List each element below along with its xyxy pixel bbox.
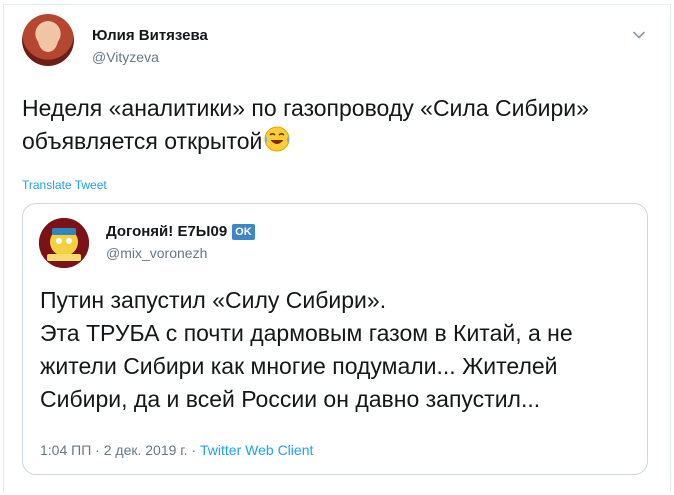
face-with-tears-of-joy-emoji [264, 126, 290, 152]
translate-tweet-link[interactable]: Translate Tweet [22, 178, 107, 192]
avatar-face [38, 26, 58, 52]
quoted-text-line: жители Сибири как многие подумали... Жит… [40, 353, 558, 379]
tweet-client-link[interactable]: Twitter Web Client [200, 442, 313, 458]
quoted-text-line: Сибири, да и всей России он давно запуст… [40, 386, 541, 412]
quoted-author-avatar[interactable] [39, 218, 89, 268]
quoted-tweet-text: Путин запустил «Силу Сибири». Эта ТРУБА … [40, 284, 640, 416]
tweet-text: Неделя «аналитики» по газопроводу «Сила … [22, 92, 652, 158]
quoted-tweet[interactable]: Догоняй! Е7Ы09 OK @mix_voronezh Путин зап… [22, 203, 648, 475]
quoted-author-handle[interactable]: @mix_voronezh [106, 245, 207, 261]
ok-badge: OK [232, 224, 255, 240]
quoted-tweet-footer: 1:04 ПП · 2 дек. 2019 г. · Twitter Web C… [40, 442, 313, 458]
quoted-text-line: Эта ТРУБА с почти дармовым газом в Китай… [40, 320, 573, 346]
tweet-date[interactable]: 2 дек. 2019 г. [104, 442, 188, 458]
quoted-author-name-text: Догоняй! Е7Ы09 [106, 223, 228, 240]
chevron-down-icon[interactable] [632, 28, 646, 42]
footer-separator: · [95, 442, 100, 458]
author-name[interactable]: Юлия Витязева [92, 27, 208, 44]
author-handle[interactable]: @Vityzeva [92, 49, 159, 65]
footer-separator: · [191, 442, 197, 458]
tweet-text-body: Неделя «аналитики» по газопроводу «Сила … [22, 95, 589, 154]
tweet-time[interactable]: 1:04 ПП [40, 442, 91, 458]
quoted-text-line: Путин запустил «Силу Сибири». [40, 287, 387, 313]
author-avatar[interactable] [22, 14, 74, 66]
quoted-avatar-image [39, 218, 89, 268]
quoted-author-name[interactable]: Догоняй! Е7Ы09 OK [106, 223, 255, 240]
